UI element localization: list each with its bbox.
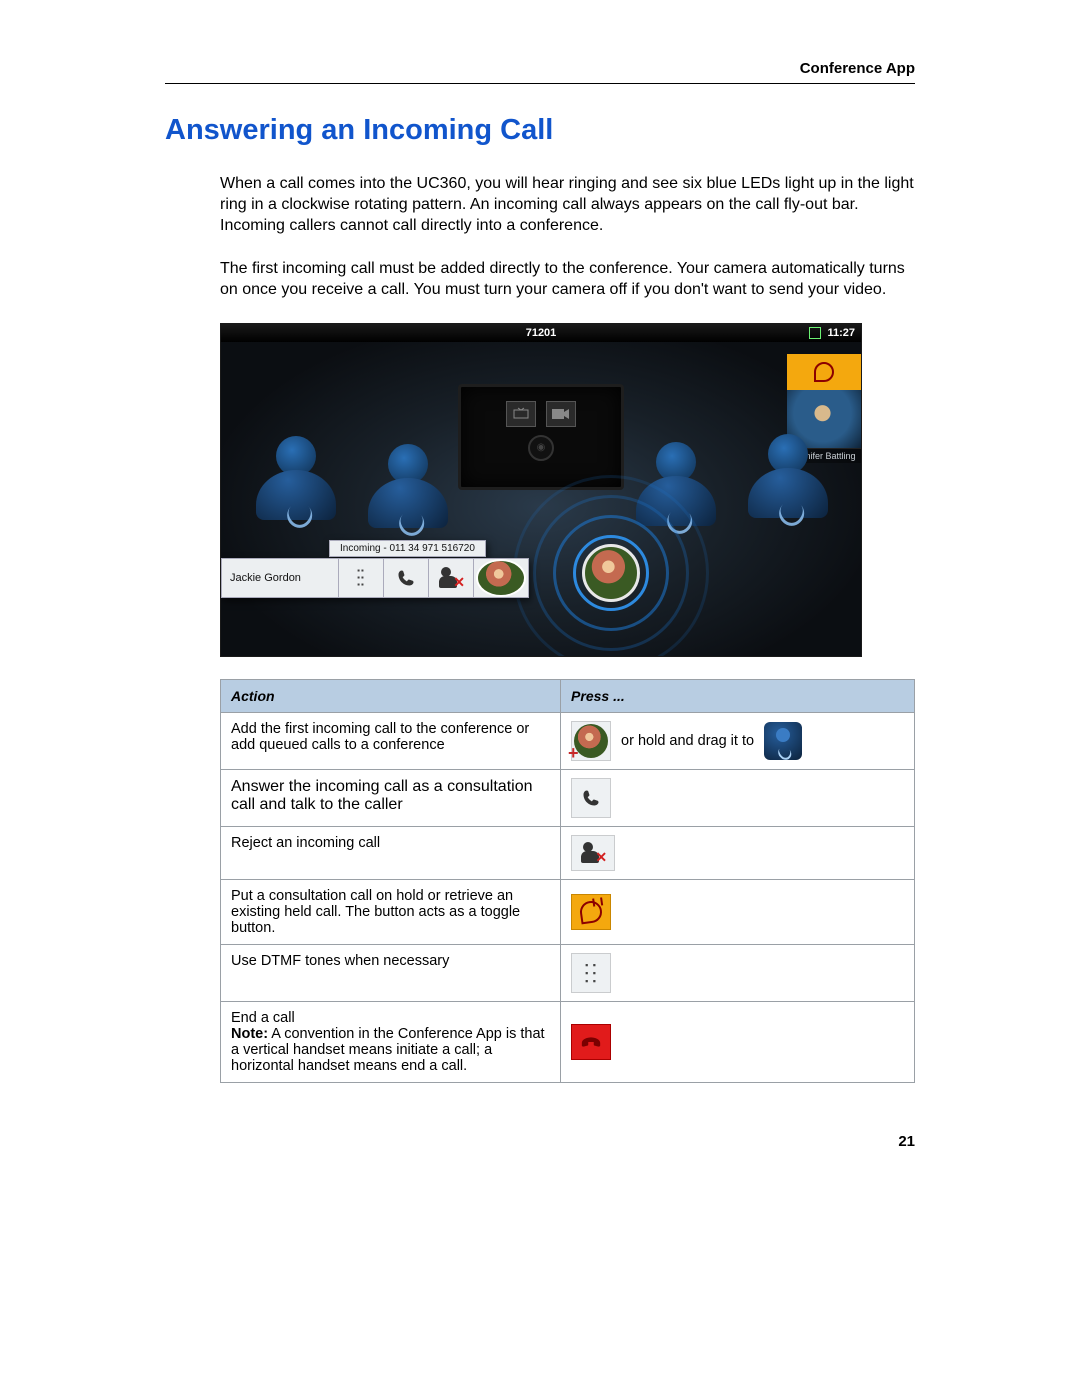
status-extension: 71201 (221, 327, 861, 339)
handset-icon[interactable] (571, 778, 611, 818)
action-cell: End a call Note: A convention in the Con… (221, 1001, 561, 1082)
incoming-call-rings (501, 498, 721, 648)
drag-instruction: or hold and drag it to (621, 733, 754, 749)
hold-toggle-icon[interactable] (571, 894, 611, 930)
table-row: Reject an incoming call (221, 826, 915, 879)
incoming-caller-avatar[interactable] (582, 544, 640, 602)
page-header: Conference App (165, 60, 915, 84)
action-cell: Use DTMF tones when necessary (221, 944, 561, 1001)
end-call-icon[interactable] (571, 1024, 611, 1060)
action-cell: Put a consultation call on hold or retri… (221, 879, 561, 944)
press-cell (561, 879, 915, 944)
page-number: 21 (165, 1133, 915, 1150)
add-to-conference-button[interactable] (474, 558, 529, 598)
flyout-local-name: Jackie Gordon (221, 558, 339, 598)
conference-seat[interactable] (733, 434, 843, 534)
dtmf-dialpad-icon[interactable]: ▪ ▪▪ ▪▪ ▪ (571, 953, 611, 993)
header-section-title: Conference App (800, 60, 915, 77)
action-cell: Reject an incoming call (221, 826, 561, 879)
actions-table: Action Press ... Add the first incoming … (220, 679, 915, 1083)
reject-call-icon[interactable] (571, 835, 615, 871)
presentation-icon[interactable] (506, 401, 536, 427)
press-cell (561, 769, 915, 826)
status-bar: 71201 11:27 (221, 324, 861, 342)
answer-button[interactable] (384, 558, 429, 598)
fullscreen-icon[interactable] (809, 327, 821, 339)
action-cell: Add the first incoming call to the confe… (221, 712, 561, 769)
camera-icon[interactable] (546, 401, 576, 427)
table-row: Put a consultation call on hold or retri… (221, 879, 915, 944)
tv-display: ◉ (458, 384, 624, 490)
body-text: When a call comes into the UC360, you wi… (220, 173, 915, 301)
note-label: Note: (231, 1026, 268, 1042)
add-caller-icon[interactable] (571, 721, 611, 761)
conference-seat[interactable] (241, 436, 351, 536)
conference-seat-icon[interactable] (764, 722, 802, 760)
dtmf-button[interactable]: ▪▪▪▪▪▪ (339, 558, 384, 598)
press-cell: ▪ ▪▪ ▪▪ ▪ (561, 944, 915, 1001)
page-title: Answering an Incoming Call (165, 114, 915, 147)
action-cell: Answer the incoming call as a consultati… (221, 769, 561, 826)
press-cell: or hold and drag it to (561, 712, 915, 769)
reject-button[interactable] (429, 558, 474, 598)
incoming-label: Incoming - 011 34 971 516720 (329, 540, 486, 557)
table-row: End a call Note: A convention in the Con… (221, 1001, 915, 1082)
col-action: Action (221, 679, 561, 712)
table-row: Answer the incoming call as a consultati… (221, 769, 915, 826)
press-cell (561, 826, 915, 879)
col-press: Press ... (561, 679, 915, 712)
status-clock: 11:27 (827, 327, 855, 339)
press-cell (561, 1001, 915, 1082)
intro-paragraph-2: The first incoming call must be added di… (220, 258, 915, 300)
intro-paragraph-1: When a call comes into the UC360, you wi… (220, 173, 915, 236)
note-text: A convention in the Conference App is th… (231, 1026, 545, 1074)
webcam-icon: ◉ (528, 435, 554, 461)
end-call-label: End a call (231, 1010, 295, 1026)
conference-seat[interactable] (353, 444, 463, 544)
uc360-screenshot: 71201 11:27 ◉ Jennifer Battling (220, 323, 862, 657)
table-row: Add the first incoming call to the confe… (221, 712, 915, 769)
table-row: Use DTMF tones when necessary ▪ ▪▪ ▪▪ ▪ (221, 944, 915, 1001)
call-flyout-bar: Incoming - 011 34 971 516720 Jackie Gord… (221, 558, 529, 598)
hold-icon (787, 354, 861, 390)
